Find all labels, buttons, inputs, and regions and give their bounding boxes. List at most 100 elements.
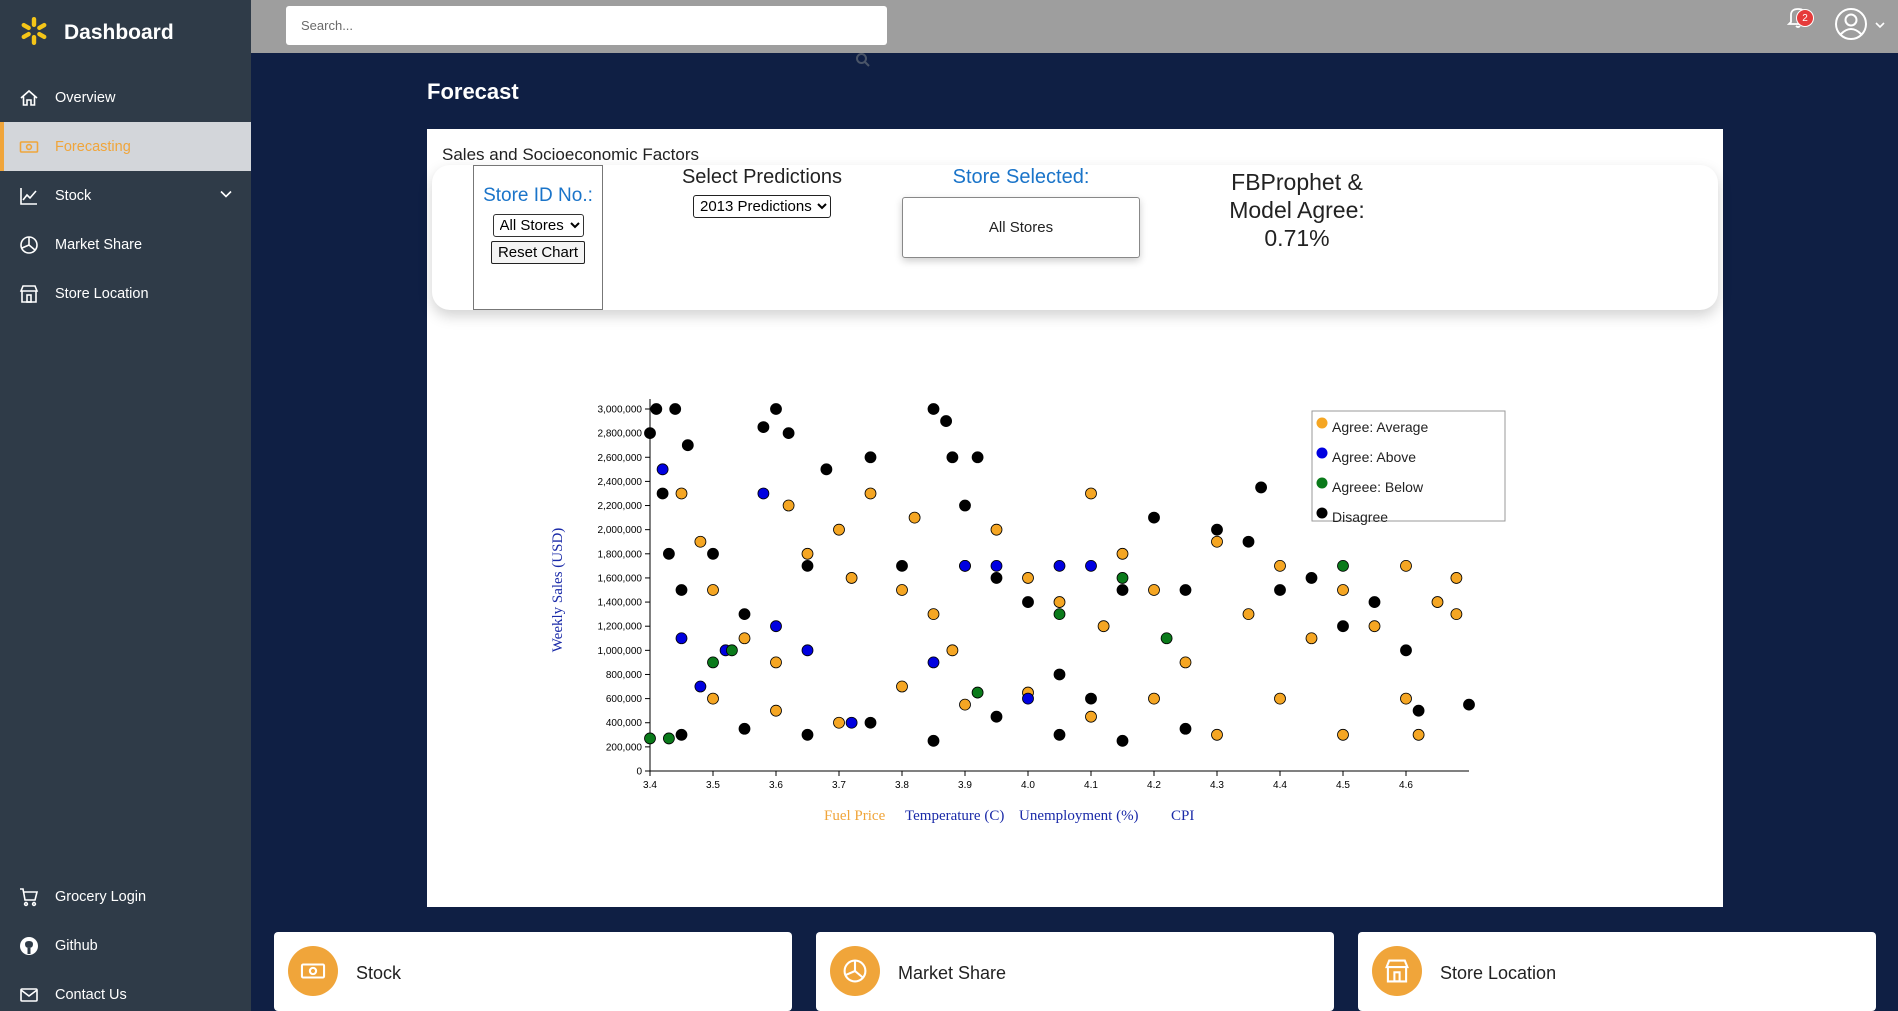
scatter-point [1274,584,1286,596]
scatter-point [1116,547,1129,560]
sidebar-item-grocery-login[interactable]: Grocery Login [0,872,251,921]
y-tick-label: 1,000,000 [598,646,643,657]
top-bar [251,0,1898,53]
brand-title: Dashboard [64,21,174,44]
sidebar-item-label: Stock [55,187,92,204]
chevron-down-icon[interactable] [219,187,233,205]
scatter-point [1085,710,1097,723]
scatter-point [1305,632,1318,645]
scatter-point [675,487,688,500]
scatter-point [1242,608,1255,621]
x-tick-label: 3.9 [958,780,972,791]
search-input[interactable] [286,6,887,45]
scatter-point [669,403,682,415]
sidebar-item-forecasting[interactable]: Forecasting [0,122,251,171]
scatter-point [1097,620,1110,633]
scatter-point [864,716,877,729]
factor-button[interactable]: CPI [1171,808,1194,824]
sidebar-item-label: Github [55,937,98,954]
scatter-point [650,403,663,415]
store-icon [1372,946,1422,996]
notification-badge: 2 [1796,9,1814,27]
scatter-point [675,584,688,596]
x-tick-label: 3.8 [895,780,909,791]
legend-label: Agreee: Below [1332,479,1424,495]
legend-label: Disagree [1332,509,1388,525]
sidebar-item-github[interactable]: Github [0,921,251,970]
scatter-point [971,451,984,464]
scatter-point [694,535,707,548]
y-tick-label: 2,800,000 [598,429,643,440]
scatter-point [1450,572,1463,584]
scatter-point [1412,728,1425,741]
store-icon [18,283,40,305]
sidebar-item-stock[interactable]: Stock [0,171,251,220]
factor-button[interactable]: Fuel Price [824,808,886,824]
scatter-point [801,547,814,560]
scatter-point [1179,656,1192,669]
forecast-panel: Sales and Socioeconomic Factors Store ID… [427,129,1723,907]
scatter-point [1053,608,1066,621]
x-tick-label: 4.3 [1210,780,1224,791]
scatter-point [946,644,959,657]
pie-icon [830,946,880,996]
avatar[interactable] [1834,7,1868,46]
x-tick-label: 4.4 [1273,780,1287,791]
y-tick-label: 1,200,000 [598,622,643,633]
scatter-point [782,427,795,440]
scatter-point [833,716,845,729]
y-tick-label: 1,400,000 [598,598,643,609]
scatter-point [1160,632,1173,645]
scatter-point [770,704,782,717]
scatter-point [1337,584,1349,596]
y-tick-label: 2,400,000 [598,477,643,488]
sidebar-item-overview[interactable]: Overview [0,73,251,122]
scatter-point [1053,596,1066,608]
card-title: Store Location [1440,963,1557,983]
scatter-point [707,656,719,669]
scatter-point [1274,692,1286,705]
legend-swatch [1316,417,1328,429]
scatter-point [707,547,719,560]
scatter-point [656,487,669,500]
page-title: Forecast [427,79,519,104]
scatter-point [1179,584,1192,596]
sidebar-item-contact-us[interactable]: Contact Us [0,970,251,1011]
sidebar-item-store-location[interactable]: Store Location [0,269,251,318]
scatter-point [1211,535,1223,548]
y-tick-label: 2,200,000 [598,501,643,512]
y-tick-label: 0 [636,767,642,778]
y-tick-label: 2,000,000 [598,525,643,536]
card-stock[interactable]: Stock [274,932,792,1011]
scatter-point [725,644,738,657]
scatter-point [864,487,877,500]
scatter-point [946,451,959,464]
github-icon [18,935,40,957]
sidebar-item-market-share[interactable]: Market Share [0,220,251,269]
scatter-point [1179,722,1192,735]
scatter-point [675,728,688,741]
sidebar: Dashboard Overview Forecasting Stock Mar… [0,0,251,1011]
scatter-point [959,559,971,572]
card-store-location[interactable]: Store Location [1358,932,1876,1011]
scatter-point [1022,692,1034,705]
scatter-point [990,710,1003,723]
scatter-point [908,511,921,524]
scatter-point [644,732,656,745]
brand[interactable]: Dashboard [18,14,174,52]
chevron-down-icon[interactable] [1874,18,1886,36]
scatter-point [1148,584,1160,596]
scatter-point [707,692,719,705]
factor-button[interactable]: Temperature (C) [905,808,1004,824]
search-icon[interactable] [855,52,871,73]
scatter-point [707,584,719,596]
card-market-share[interactable]: Market Share [816,932,1334,1011]
sidebar-item-label: Contact Us [55,986,127,1003]
mail-icon [18,984,40,1006]
factor-button[interactable]: Unemployment (%) [1019,808,1139,824]
scatter-point [896,584,908,596]
y-tick-label: 400,000 [606,718,643,729]
scatter-point [1431,596,1444,608]
scatter-point [1450,608,1463,621]
scatter-point [662,547,675,560]
